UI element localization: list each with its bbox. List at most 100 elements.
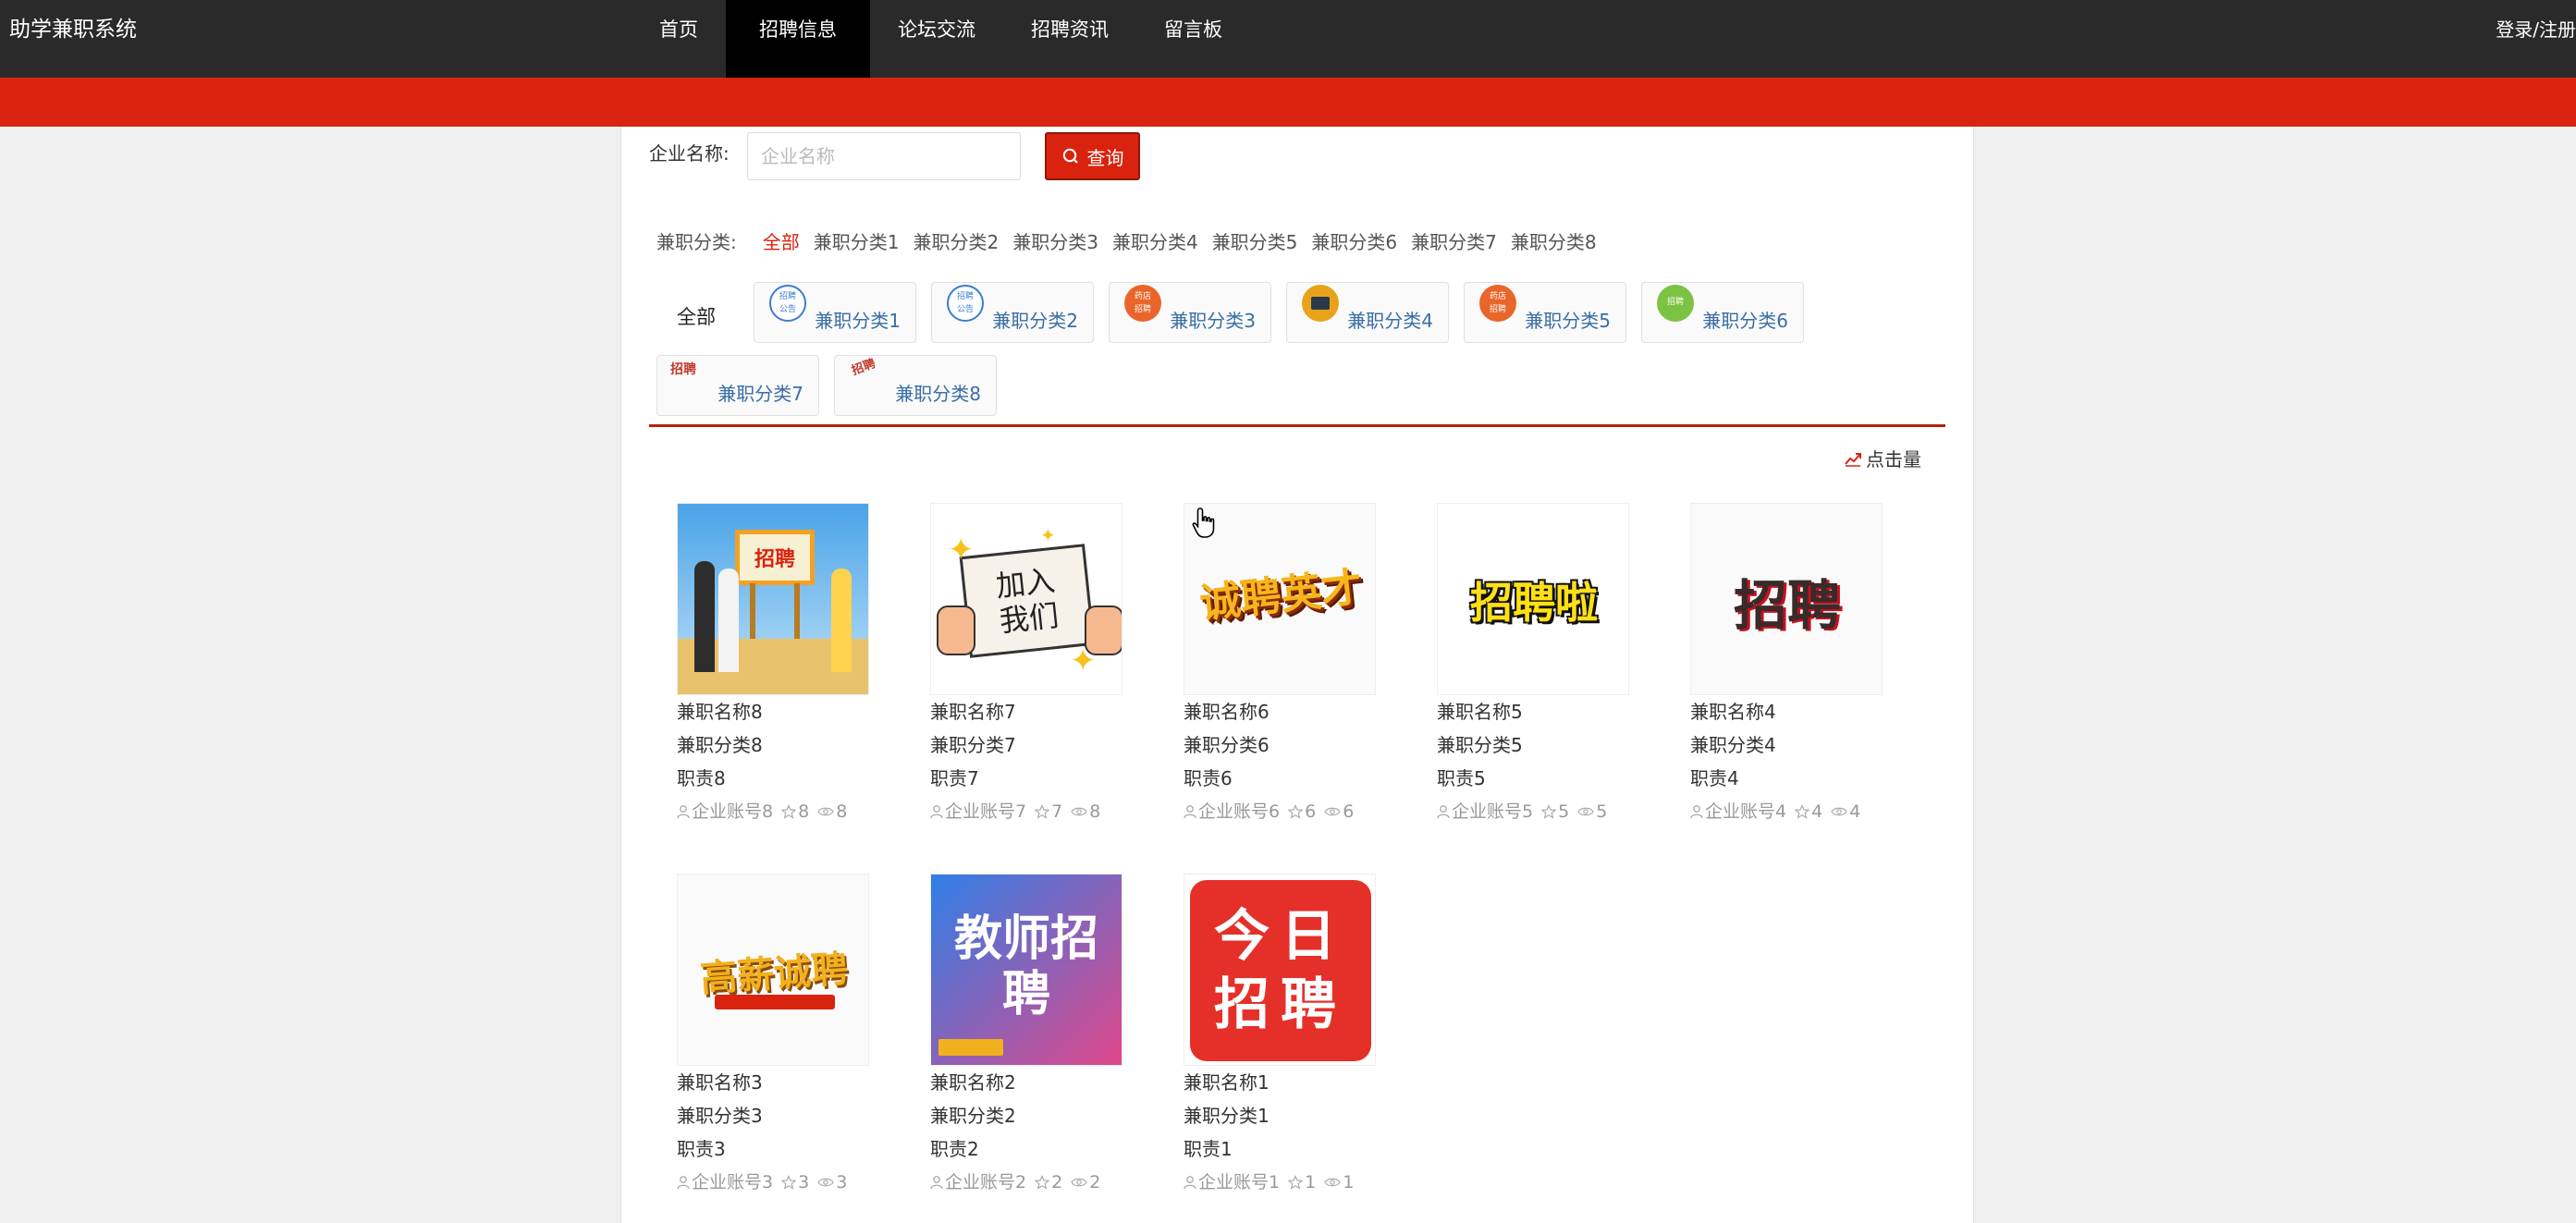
job-card[interactable]: 加入我们 ✦ ✦ ✦ 兼职名称7 兼职分类7 职责7 企业账号7 7 8 [930, 503, 1124, 828]
category-filter-label: 兼职分类: [656, 230, 737, 253]
eye-icon [1324, 807, 1341, 816]
category-card-4[interactable]: 兼职分类4 [1286, 282, 1449, 343]
nav-home[interactable]: 首页 [632, 0, 726, 78]
query-button[interactable]: 查询 [1045, 132, 1140, 180]
category-card-6[interactable]: 招聘 兼职分类6 [1641, 282, 1804, 343]
job-category: 兼职分类2 [930, 1105, 1016, 1127]
login-register-link[interactable]: 登录/注册 [2496, 0, 2576, 59]
job-stars: 2 [1051, 1172, 1063, 1192]
job-thumbnail[interactable]: 今日招聘 [1184, 874, 1376, 1066]
user-icon [1184, 1176, 1196, 1190]
star-icon [1288, 804, 1304, 819]
nav-recruit-news[interactable]: 招聘资讯 [1003, 0, 1136, 78]
job-name[interactable]: 兼职名称3 [677, 1066, 871, 1099]
job-thumbnail[interactable]: 招聘 [677, 503, 869, 695]
job-card[interactable]: 今日招聘 兼职名称1 兼职分类1 职责1 企业账号1 1 1 [1184, 874, 1378, 1199]
star-icon [1288, 1175, 1304, 1190]
category-filter-1[interactable]: 兼职分类1 [814, 227, 900, 254]
job-thumbnail[interactable]: 招聘啦 [1437, 503, 1629, 695]
category-card-2[interactable]: 招聘 公告 兼职分类2 [931, 282, 1094, 343]
category-card-all[interactable]: 全部 [677, 302, 716, 330]
category-card-1[interactable]: 招聘 公告 兼职分类1 [754, 282, 916, 343]
job-views: 4 [1849, 801, 1861, 822]
nav-recruit-info[interactable]: 招聘信息 [726, 0, 870, 78]
section-divider [649, 424, 1945, 427]
shop-hiring-icon: 药店 招聘 [1124, 285, 1161, 322]
category-card-7[interactable]: 招聘 兼职分类7 [656, 355, 819, 416]
category-filter-8[interactable]: 兼职分类8 [1511, 227, 1597, 254]
job-name[interactable]: 兼职名称4 [1690, 695, 1884, 728]
site-brand[interactable]: 助学兼职系统 [9, 0, 137, 59]
job-account: 企业账号8 [692, 801, 774, 822]
job-thumbnail-text: 招聘 [1733, 574, 1841, 637]
job-duty: 职责3 [677, 1138, 726, 1160]
top-navbar: 助学兼职系统 首页 招聘信息 论坛交流 招聘资讯 留言板 登录/注册 [0, 0, 2576, 78]
company-name-label: 企业名称: [649, 142, 730, 165]
category-filter-row: 兼职分类: 全部 兼职分类1 兼职分类2 兼职分类3 兼职分类4 兼职分类5 兼… [656, 214, 1611, 266]
star-icon [1541, 804, 1557, 819]
user-icon [677, 1176, 690, 1190]
job-name[interactable]: 兼职名称5 [1437, 695, 1631, 728]
job-name[interactable]: 兼职名称2 [930, 1066, 1124, 1099]
eye-icon [817, 1178, 834, 1187]
category-card-label: 兼职分类4 [1347, 310, 1433, 332]
job-category: 兼职分类3 [677, 1105, 763, 1127]
job-card[interactable]: 高薪诚聘 兼职名称3 兼职分类3 职责3 企业账号3 3 3 [677, 874, 871, 1199]
category-filter-all[interactable]: 全部 [763, 227, 800, 254]
job-card[interactable]: 诚聘英才 兼职名称6 兼职分类6 职责6 企业账号6 6 6 [1184, 503, 1378, 828]
job-views: 3 [836, 1172, 848, 1192]
job-card[interactable]: 招聘 兼职名称8 兼职分类8 职责8 企业账号8 8 8 [677, 503, 871, 828]
sort-by-clicks[interactable]: 点击量 [1844, 445, 1921, 471]
user-icon [1437, 805, 1450, 819]
trend-icon [1845, 452, 1861, 467]
nav-forum[interactable]: 论坛交流 [870, 0, 1003, 78]
category-card-3[interactable]: 药店 招聘 兼职分类3 [1109, 282, 1271, 343]
category-filter-7[interactable]: 兼职分类7 [1411, 227, 1497, 254]
category-card-label: 兼职分类2 [992, 310, 1078, 332]
job-name[interactable]: 兼职名称8 [677, 695, 871, 728]
eye-icon [1577, 807, 1594, 816]
shop-hiring-icon: 药店 招聘 [1479, 285, 1516, 322]
job-name[interactable]: 兼职名称7 [930, 695, 1124, 728]
job-views: 8 [1089, 801, 1101, 822]
star-icon [781, 804, 797, 819]
job-thumbnail[interactable]: 招聘 [1690, 503, 1883, 695]
job-name[interactable]: 兼职名称6 [1184, 695, 1378, 728]
job-thumbnail-text: 招聘啦 [1470, 578, 1598, 628]
eye-icon [1071, 807, 1087, 816]
category-filter-4[interactable]: 兼职分类4 [1112, 227, 1198, 254]
job-thumbnail[interactable]: 教师招聘 [930, 874, 1122, 1066]
category-card-label: 兼职分类7 [718, 383, 803, 405]
job-thumbnail[interactable]: 高薪诚聘 [677, 874, 869, 1066]
category-filter-6[interactable]: 兼职分类6 [1311, 227, 1397, 254]
job-name[interactable]: 兼职名称1 [1184, 1066, 1378, 1099]
job-meta: 企业账号8 8 8 [677, 795, 871, 828]
job-thumbnail[interactable]: 加入我们 ✦ ✦ ✦ [930, 503, 1122, 695]
job-meta: 企业账号2 2 2 [930, 1166, 1124, 1199]
company-name-input[interactable] [747, 132, 1021, 180]
job-thumbnail-text: 诚聘英才 [1197, 563, 1365, 629]
eye-icon [1831, 807, 1847, 816]
job-meta: 企业账号7 7 8 [930, 795, 1124, 828]
job-meta: 企业账号3 3 3 [677, 1166, 871, 1199]
job-meta: 企业账号1 1 1 [1184, 1166, 1378, 1199]
category-card-label: 兼职分类1 [815, 310, 901, 332]
star-icon [1035, 804, 1050, 819]
job-views: 2 [1089, 1172, 1101, 1192]
star-icon [781, 1175, 797, 1190]
category-filter-3[interactable]: 兼职分类3 [1012, 227, 1098, 254]
nav-message-board[interactable]: 留言板 [1136, 0, 1250, 78]
category-filter-5[interactable]: 兼职分类5 [1212, 227, 1298, 254]
category-filter-2[interactable]: 兼职分类2 [913, 227, 999, 254]
green-badge-icon: 招聘 [1657, 285, 1694, 322]
star-icon [1795, 804, 1810, 819]
category-card-8[interactable]: 招聘 兼职分类8 [834, 355, 997, 416]
user-icon [1690, 805, 1703, 819]
job-card[interactable]: 教师招聘 兼职名称2 兼职分类2 职责2 企业账号2 2 2 [930, 874, 1124, 1199]
job-card[interactable]: 招聘 兼职名称4 兼职分类4 职责4 企业账号4 4 4 [1690, 503, 1884, 828]
category-card-5[interactable]: 药店 招聘 兼职分类5 [1464, 282, 1626, 343]
sort-label: 点击量 [1866, 448, 1921, 471]
job-card[interactable]: 招聘啦 兼职名称5 兼职分类5 职责5 企业账号5 5 5 [1437, 503, 1631, 828]
user-icon [930, 805, 943, 819]
query-button-label: 查询 [1086, 146, 1124, 169]
